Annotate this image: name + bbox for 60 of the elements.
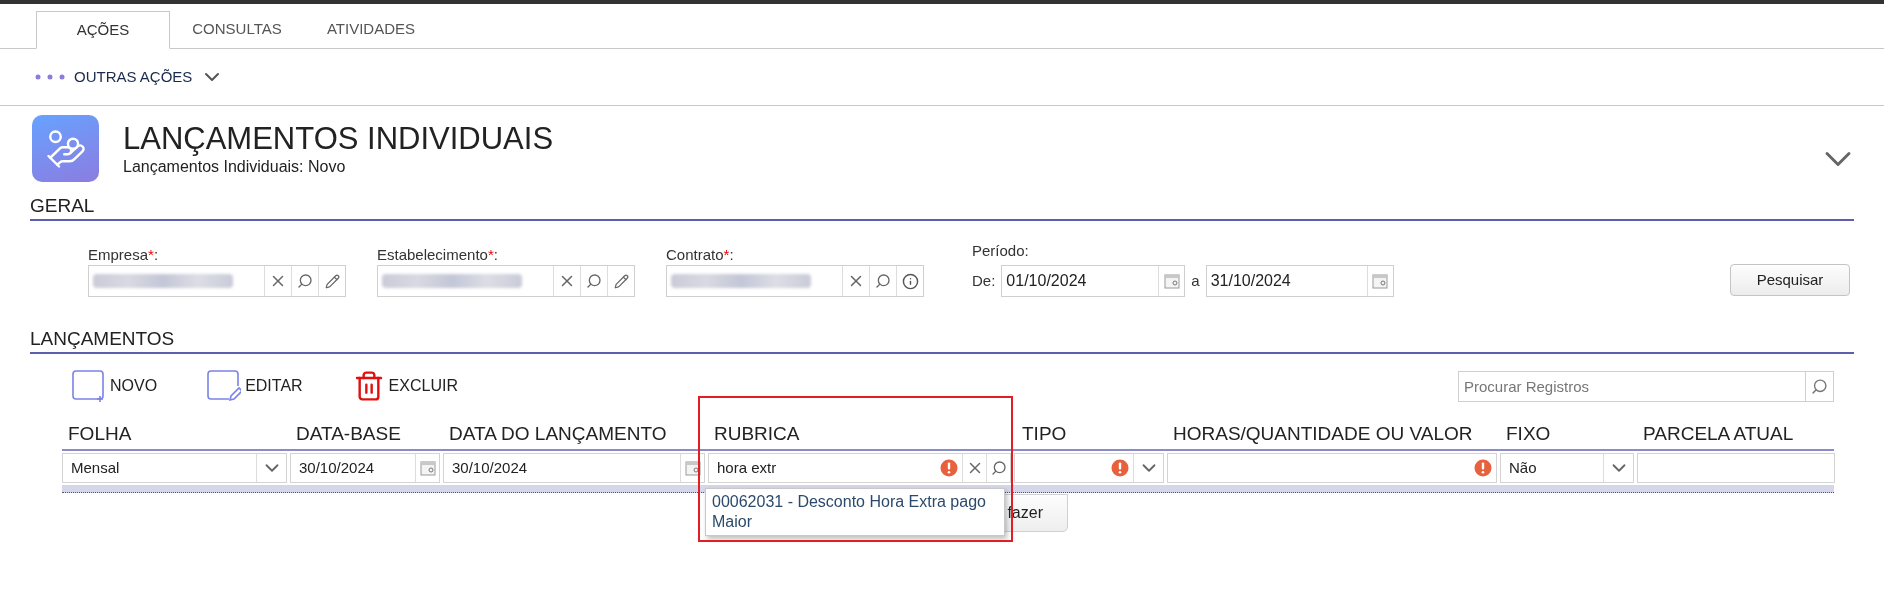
search-icon[interactable] xyxy=(1811,377,1828,395)
field-label: Período: xyxy=(972,241,1030,261)
tab[interactable]: CONSULTAS xyxy=(170,10,304,48)
error-icon xyxy=(1474,459,1492,477)
column-header: FOLHA xyxy=(67,422,133,446)
column-header: TIPO xyxy=(1021,422,1068,446)
lookup-field[interactable] xyxy=(377,265,635,297)
search-icon[interactable] xyxy=(297,273,313,289)
date-field[interactable]: 31/10/2024 xyxy=(1205,265,1394,297)
search-button[interactable]: Pesquisar xyxy=(1730,264,1850,296)
suggestion-popup[interactable]: 00062031 - Desconto Hora Extra pago Maior xyxy=(705,488,1005,536)
page-subtitle: Lançamentos Individuais: Novo xyxy=(123,156,347,177)
calendar-icon[interactable] xyxy=(419,460,436,476)
column-header: RUBRICA xyxy=(713,422,801,446)
table-input[interactable] xyxy=(1167,453,1497,483)
date-field[interactable]: 01/10/2024 xyxy=(1001,265,1186,297)
tab[interactable]: ATIVIDADES xyxy=(304,10,438,48)
search-field[interactable]: Procurar Registros xyxy=(1458,370,1806,402)
error-icon xyxy=(940,459,958,477)
lookup-field[interactable] xyxy=(666,265,924,297)
pencil-icon[interactable] xyxy=(613,273,629,289)
field-label: a xyxy=(1191,270,1200,291)
column-header: DATA-BASE xyxy=(295,422,402,446)
search-icon[interactable] xyxy=(990,460,1007,476)
info-icon[interactable] xyxy=(901,272,919,290)
section-title: GERAL xyxy=(30,194,96,218)
table-input[interactable]: Não xyxy=(1500,453,1634,483)
column-header: FIXO xyxy=(1505,422,1552,446)
table-input[interactable]: 30/10/2024 xyxy=(443,453,705,483)
field-label: Estabelecimento*: xyxy=(377,245,499,265)
calendar-icon[interactable] xyxy=(1372,273,1389,289)
actions-menu-button[interactable]: OUTRAS AÇÕES xyxy=(34,65,225,89)
table-input[interactable] xyxy=(1014,453,1164,483)
calendar-icon[interactable] xyxy=(684,460,701,476)
field-label: Empresa*: xyxy=(88,245,160,265)
toolbar-button[interactable]: NOVO xyxy=(72,370,158,402)
section-title: LANÇAMENTOS xyxy=(30,327,176,351)
pencil-icon[interactable] xyxy=(324,273,340,289)
toolbar-button[interactable]: EDITAR xyxy=(207,370,303,402)
table-input[interactable] xyxy=(1637,453,1835,483)
lookup-field[interactable] xyxy=(88,265,346,297)
dots-icon xyxy=(34,73,66,81)
table-input[interactable]: Mensal xyxy=(62,453,287,483)
toolbar-button[interactable]: EXCLUIR xyxy=(352,370,458,402)
search-icon[interactable] xyxy=(586,273,602,289)
app-icon xyxy=(32,115,99,182)
add-icon[interactable] xyxy=(72,370,106,402)
column-header: DATA DO LANÇAMENTO xyxy=(448,422,668,446)
field-label: De: xyxy=(972,270,996,291)
tab[interactable]: AÇÕES xyxy=(36,11,170,49)
table-input[interactable]: hora extr xyxy=(708,453,1011,483)
error-icon xyxy=(1111,459,1129,477)
search-icon[interactable] xyxy=(875,273,891,289)
table-input[interactable]: 30/10/2024 xyxy=(290,453,440,483)
calendar-icon[interactable] xyxy=(1163,273,1180,289)
edit-icon[interactable] xyxy=(207,370,242,402)
column-header: HORAS/QUANTIDADE OU VALOR xyxy=(1172,422,1474,446)
page-title: LANÇAMENTOS INDIVIDUAIS xyxy=(123,120,554,157)
field-label: Contrato*: xyxy=(666,245,735,265)
column-header: PARCELA ATUAL xyxy=(1642,422,1795,446)
